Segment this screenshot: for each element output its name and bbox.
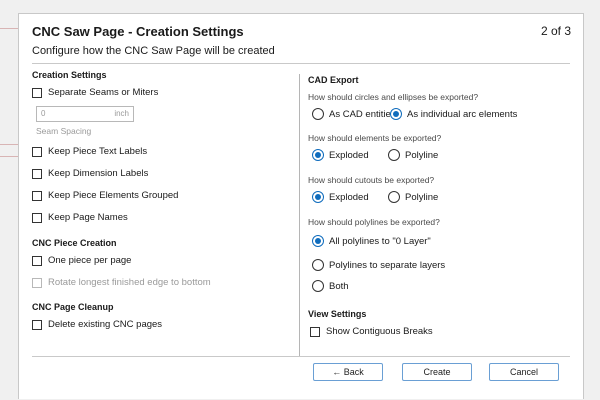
column-divider — [299, 74, 300, 356]
checkbox-box[interactable] — [32, 190, 42, 201]
dialog-subtitle: Configure how the CNC Saw Page will be c… — [32, 45, 275, 57]
radio-label: As individual arc elements — [407, 108, 518, 120]
checkbox-box[interactable] — [32, 87, 42, 98]
keep-page-names-checkbox[interactable]: Keep Page Names — [32, 212, 128, 223]
background-line — [0, 156, 18, 157]
radio-circle[interactable] — [390, 108, 402, 120]
view-settings-heading: View Settings — [308, 309, 367, 319]
radio-label: Polyline — [405, 191, 439, 203]
radio-circle[interactable] — [312, 235, 324, 247]
seam-spacing-input[interactable]: 0 inch — [36, 106, 134, 122]
cutouts-question: How should cutouts be exported? — [308, 175, 435, 185]
radio-label: Polyline — [405, 149, 439, 161]
checkbox-box[interactable] — [32, 168, 42, 179]
keep-piece-text-checkbox[interactable]: Keep Piece Text Labels — [32, 146, 147, 157]
circles-question: How should circles and ellipses be expor… — [308, 92, 479, 102]
checkbox-box[interactable] — [32, 212, 42, 223]
radio-circle[interactable] — [312, 259, 324, 271]
polylines-both-radio[interactable]: Both — [312, 280, 349, 292]
background-line — [0, 28, 18, 29]
checkbox-label: Keep Page Names — [48, 212, 128, 223]
checkbox-label: Keep Piece Elements Grouped — [48, 190, 179, 201]
keep-grouped-checkbox[interactable]: Keep Piece Elements Grouped — [32, 190, 178, 201]
elements-polyline-radio[interactable]: Polyline — [388, 149, 438, 161]
keep-dimension-labels-checkbox[interactable]: Keep Dimension Labels — [32, 168, 148, 179]
radio-circle[interactable] — [312, 108, 324, 120]
radio-circle[interactable] — [312, 149, 324, 161]
checkbox-box[interactable] — [32, 319, 42, 330]
radio-label: All polylines to "0 Layer" — [329, 235, 431, 247]
checkbox-box[interactable] — [32, 255, 42, 266]
page-indicator: 2 of 3 — [540, 24, 571, 38]
checkbox-label: Rotate longest finished edge to bottom — [48, 277, 211, 288]
checkbox-box[interactable] — [310, 326, 320, 337]
checkbox-label: Keep Dimension Labels — [48, 168, 149, 179]
checkbox-box — [32, 277, 42, 288]
polylines-separate-layers-radio[interactable]: Polylines to separate layers — [312, 259, 445, 271]
show-contiguous-breaks-checkbox[interactable]: Show Contiguous Breaks — [310, 326, 433, 337]
radio-circle[interactable] — [312, 280, 324, 292]
checkbox-label: Delete existing CNC pages — [48, 319, 163, 330]
one-piece-per-page-checkbox[interactable]: One piece per page — [32, 255, 131, 266]
radio-label: As CAD entities — [329, 108, 396, 120]
radio-circle[interactable] — [388, 149, 400, 161]
footer-divider — [32, 356, 570, 357]
elements-question: How should elements be exported? — [308, 133, 442, 143]
creation-settings-heading: Creation Settings — [32, 70, 107, 80]
background-line — [0, 144, 18, 145]
polylines-zero-layer-radio[interactable]: All polylines to "0 Layer" — [312, 235, 431, 247]
dialog-title: CNC Saw Page - Creation Settings — [32, 24, 244, 39]
checkbox-label: Keep Piece Text Labels — [48, 146, 148, 157]
cancel-button[interactable]: Cancel — [489, 363, 559, 381]
polylines-question: How should polylines be exported? — [308, 217, 440, 227]
create-button[interactable]: Create — [402, 363, 472, 381]
creation-settings-dialog: CNC Saw Page - Creation Settings 2 of 3 … — [18, 13, 584, 399]
checkbox-label: Separate Seams or Miters — [48, 87, 159, 98]
cad-export-heading: CAD Export — [308, 75, 359, 85]
radio-label: Exploded — [329, 191, 369, 203]
seam-spacing-value: 0 — [41, 109, 46, 118]
radio-label: Both — [329, 280, 349, 292]
circles-cad-entities-radio[interactable]: As CAD entities — [312, 108, 396, 120]
radio-label: Exploded — [329, 149, 369, 161]
header-divider — [32, 63, 570, 64]
separate-seams-checkbox[interactable]: Separate Seams or Miters — [32, 87, 158, 98]
cnc-page-cleanup-heading: CNC Page Cleanup — [32, 302, 114, 312]
back-button[interactable]: ← Back — [313, 363, 383, 381]
circles-arc-elements-radio[interactable]: As individual arc elements — [390, 108, 517, 120]
cnc-piece-creation-heading: CNC Piece Creation — [32, 238, 117, 248]
seam-spacing-unit: inch — [114, 109, 129, 118]
rotate-longest-edge-checkbox: Rotate longest finished edge to bottom — [32, 277, 211, 288]
radio-circle[interactable] — [388, 191, 400, 203]
elements-exploded-radio[interactable]: Exploded — [312, 149, 369, 161]
checkbox-label: One piece per page — [48, 255, 132, 266]
checkbox-label: Show Contiguous Breaks — [326, 326, 433, 337]
cutouts-exploded-radio[interactable]: Exploded — [312, 191, 369, 203]
checkbox-box[interactable] — [32, 146, 42, 157]
cutouts-polyline-radio[interactable]: Polyline — [388, 191, 438, 203]
seam-spacing-caption: Seam Spacing — [36, 126, 92, 136]
delete-existing-pages-checkbox[interactable]: Delete existing CNC pages — [32, 319, 162, 330]
radio-circle[interactable] — [312, 191, 324, 203]
radio-label: Polylines to separate layers — [329, 259, 446, 271]
